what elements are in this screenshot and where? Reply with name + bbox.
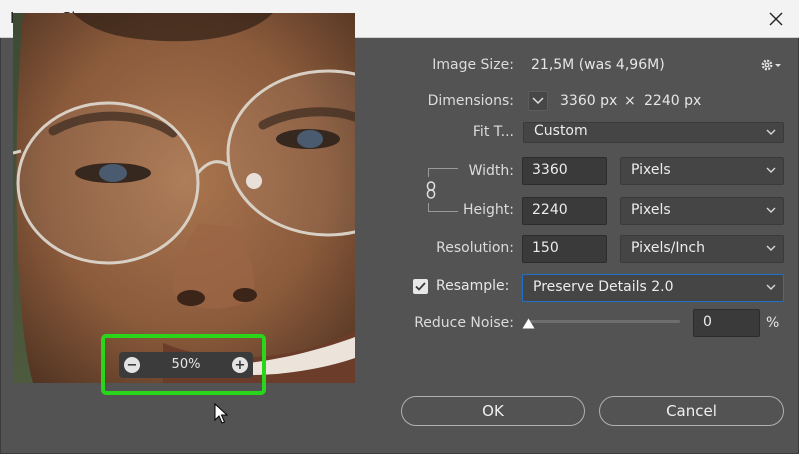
width-unit-value: Pixels: [631, 162, 671, 178]
zoom-in-button[interactable]: +: [232, 357, 248, 373]
chevron-down-icon: [766, 129, 776, 135]
resolution-label: Resolution:: [436, 240, 514, 256]
resample-select[interactable]: Preserve Details 2.0: [522, 274, 784, 302]
close-icon: [769, 12, 783, 26]
dimensions-unit-toggle[interactable]: [528, 91, 548, 111]
resample-checkbox[interactable]: [413, 279, 428, 294]
width-input[interactable]: 3360: [522, 157, 607, 185]
dimensions-width: 3360 px: [560, 93, 618, 109]
dimensions-height: 2240 px: [644, 93, 702, 109]
preview-image: [13, 13, 355, 383]
image-preview[interactable]: [13, 13, 355, 383]
image-size-label: Image Size:: [432, 57, 514, 73]
constrain-link-button[interactable]: [422, 179, 440, 201]
dimensions-label: Dimensions:: [427, 93, 514, 109]
reduce-noise-slider[interactable]: [528, 320, 680, 323]
chevron-down-icon: [766, 245, 776, 251]
height-unit-value: Pixels: [631, 202, 671, 218]
slider-thumb-icon[interactable]: [522, 318, 535, 329]
resample-value: Preserve Details 2.0: [533, 279, 674, 295]
height-label: Height:: [463, 202, 514, 218]
width-label: Width:: [468, 163, 514, 179]
resolution-unit-value: Pixels/Inch: [631, 240, 705, 256]
mouse-pointer-icon: [214, 403, 228, 424]
checkmark-icon: [415, 282, 426, 291]
zoom-control: − 50% +: [119, 352, 253, 378]
image-size-value: 21,5M (was 4,96M): [531, 57, 665, 73]
ok-button[interactable]: OK: [401, 396, 585, 426]
cancel-button[interactable]: Cancel: [599, 396, 784, 426]
reduce-noise-unit: %: [766, 315, 780, 331]
chevron-down-icon: [532, 97, 544, 105]
chevron-down-icon: [766, 167, 776, 173]
reduce-noise-label: Reduce Noise:: [414, 315, 514, 331]
fit-to-value: Custom: [534, 123, 588, 139]
fit-to-label: Fit T...: [472, 124, 514, 140]
height-unit-select[interactable]: Pixels: [620, 197, 784, 225]
chevron-down-icon: [766, 207, 776, 213]
resample-label: Resample:: [436, 278, 510, 294]
reduce-noise-input[interactable]: 0: [693, 309, 760, 337]
chain-link-icon: [426, 181, 436, 199]
close-button[interactable]: [753, 0, 799, 38]
zoom-out-button[interactable]: −: [124, 357, 140, 373]
gear-icon: [761, 59, 781, 71]
dimensions-times: ×: [624, 93, 636, 109]
settings-button[interactable]: [760, 57, 782, 77]
fit-to-select[interactable]: Custom: [523, 122, 784, 143]
height-input[interactable]: 2240: [522, 197, 607, 225]
resolution-unit-select[interactable]: Pixels/Inch: [620, 235, 784, 263]
resolution-input[interactable]: 150: [522, 235, 607, 263]
zoom-value: 50%: [171, 357, 201, 372]
width-unit-select[interactable]: Pixels: [620, 157, 784, 185]
chevron-down-icon: [766, 284, 776, 290]
